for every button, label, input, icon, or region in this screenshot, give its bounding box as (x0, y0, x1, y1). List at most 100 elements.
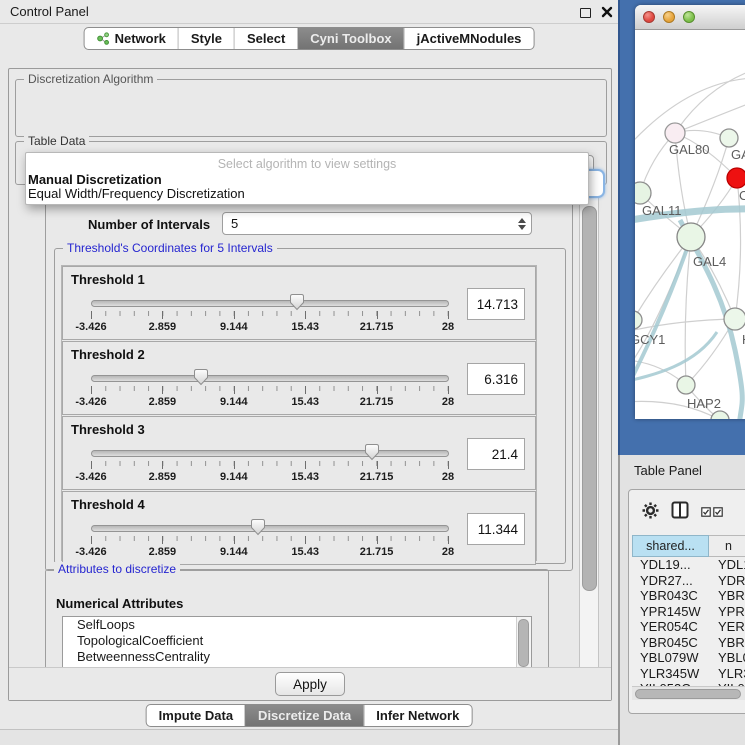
network-node-label: HAP2 (687, 396, 721, 411)
close-light-icon[interactable] (643, 11, 655, 23)
threshold-slider[interactable] (91, 450, 449, 457)
table-row[interactable]: YBL079WYBL0 (632, 650, 745, 666)
network-edge (675, 70, 745, 133)
network-node[interactable] (727, 168, 745, 188)
table-row[interactable]: YBR043CYBR0 (632, 588, 745, 604)
network-node[interactable] (711, 411, 729, 419)
slider-thumb[interactable] (364, 443, 380, 461)
threshold-label: Threshold 4 (71, 497, 145, 512)
control-panel: Control Panel Network Style Select Cyni … (0, 0, 618, 745)
tab-label: Impute Data (159, 708, 233, 723)
network-canvas[interactable]: GAL80GACGAL11GAL4GCY1HHAP2 (635, 30, 745, 419)
table-row[interactable]: YBR045CYBR0 (632, 635, 745, 651)
network-node[interactable] (635, 311, 642, 329)
threshold-label: Threshold 2 (71, 347, 145, 362)
float-icon[interactable] (580, 8, 591, 18)
close-icon[interactable] (601, 6, 613, 18)
numerical-attributes-label: Numerical Attributes (56, 596, 183, 611)
network-node[interactable] (720, 129, 738, 147)
network-node[interactable] (635, 182, 651, 204)
network-node[interactable] (665, 123, 685, 143)
table-rows: YDL19...YDL1YDR27...YDR2YBR043CYBR0YPR14… (632, 557, 745, 686)
tick-label: 15.43 (291, 471, 319, 483)
threshold-slider[interactable] (91, 525, 449, 532)
attribute-list-item[interactable]: BetweennessCentrality (63, 649, 531, 665)
network-node[interactable] (677, 223, 705, 251)
attribute-list-item[interactable]: SelfLoops (63, 617, 531, 633)
tab-network[interactable]: Network (85, 28, 178, 49)
threshold-panel: Threshold 4 -3.4262.8599.14415.4321.7152… (62, 491, 536, 565)
table-row[interactable]: YLR345WYLR3 (632, 666, 745, 682)
slider-major-ticks (91, 311, 448, 320)
checkbox-icon[interactable] (713, 507, 723, 517)
tab-select[interactable]: Select (234, 28, 297, 49)
table-row[interactable]: YPR145WYPR1 (632, 604, 745, 620)
slider-thumb[interactable] (289, 293, 305, 311)
column-header-name[interactable]: n (709, 535, 745, 557)
network-edge (685, 237, 691, 385)
threshold-slider[interactable] (91, 375, 449, 382)
settings-scrollbar-thumb[interactable] (582, 206, 597, 591)
tab-cyni-toolbox[interactable]: Cyni Toolbox (297, 28, 403, 49)
tick-label: 15.43 (291, 396, 319, 408)
cyni-toolbox-panel: Discretization Algorithm Table Data galF… (8, 68, 612, 701)
network-node-label: GCY1 (635, 332, 665, 347)
table-row[interactable]: YDR27...YDR2 (632, 573, 745, 589)
gear-icon[interactable] (641, 501, 660, 520)
network-node[interactable] (677, 376, 695, 394)
slider-thumb[interactable] (193, 368, 209, 386)
split-columns-icon[interactable] (671, 501, 689, 519)
tick-label: 28 (442, 471, 454, 483)
settings-scrollbar[interactable] (579, 189, 599, 668)
tick-label: 15.43 (291, 546, 319, 558)
zoom-light-icon[interactable] (683, 11, 695, 23)
slider-tick-labels: -3.4262.8599.14415.4321.71528 (91, 471, 448, 485)
attributes-group: Attributes to discretize Numerical Attri… (45, 569, 549, 668)
bottom-strip (0, 729, 618, 745)
threshold-panel: Threshold 3 -3.4262.8599.14415.4321.7152… (62, 416, 536, 490)
tick-label: -3.426 (75, 321, 106, 333)
attribute-list-item[interactable]: TopologicalCoefficient (63, 633, 531, 649)
network-view-region: GAL80GACGAL11GAL4GCY1HHAP2 (618, 0, 745, 455)
list-scrollbar-thumb[interactable] (518, 619, 529, 667)
popup-option-equal-width-frequency[interactable]: Equal Width/Frequency Discretization (28, 186, 245, 201)
number-of-intervals-combobox[interactable]: 5 (222, 212, 532, 235)
threshold-slider[interactable] (91, 300, 449, 307)
slider-thumb[interactable] (250, 518, 266, 536)
tab-style[interactable]: Style (178, 28, 234, 49)
table-row[interactable]: YDL19...YDL1 (632, 557, 745, 573)
tick-label: 21.715 (360, 546, 394, 558)
table-row[interactable]: YER054CYER0 (632, 619, 745, 635)
threshold-label: Threshold 3 (71, 422, 145, 437)
tab-infer-network[interactable]: Infer Network (363, 705, 471, 726)
tick-label: -3.426 (75, 546, 106, 558)
tab-label: Discretize Data (258, 708, 351, 723)
tick-label: 15.43 (291, 321, 319, 333)
network-node[interactable] (724, 308, 745, 330)
checkbox-icon[interactable] (701, 507, 711, 517)
thresholds-container: Threshold 1 -3.4262.8599.14415.4321.7152… (61, 265, 537, 561)
apply-row: Apply (9, 667, 611, 700)
tab-label: jActiveMNodules (417, 31, 522, 46)
slider-major-ticks (91, 386, 448, 395)
popup-option-manual-discretization[interactable]: Manual Discretization (28, 172, 162, 187)
threshold-value-field[interactable]: 14.713 (467, 288, 525, 320)
tab-jactivemnodules[interactable]: jActiveMNodules (404, 28, 534, 49)
table-hscrollbar[interactable] (632, 686, 745, 700)
threshold-value-field[interactable]: 11.344 (467, 513, 525, 545)
tab-discretize-data[interactable]: Discretize Data (245, 705, 363, 726)
list-scrollbar[interactable] (516, 617, 531, 668)
apply-button[interactable]: Apply (275, 672, 345, 696)
tick-label: 21.715 (360, 321, 394, 333)
tab-impute-data[interactable]: Impute Data (147, 705, 245, 726)
combobox-stepper-icon[interactable] (518, 218, 526, 230)
tick-label: 2.859 (149, 396, 177, 408)
panel-title: Control Panel (10, 4, 89, 19)
tick-label: 28 (442, 546, 454, 558)
table-hscrollbar-thumb[interactable] (635, 689, 741, 699)
threshold-value-field[interactable]: 6.316 (467, 363, 525, 395)
minimize-light-icon[interactable] (663, 11, 675, 23)
column-header-shared[interactable]: shared... (632, 535, 709, 557)
threshold-value-field[interactable]: 21.4 (467, 438, 525, 470)
numerical-attributes-list[interactable]: SelfLoopsTopologicalCoefficientBetweenne… (62, 616, 532, 668)
